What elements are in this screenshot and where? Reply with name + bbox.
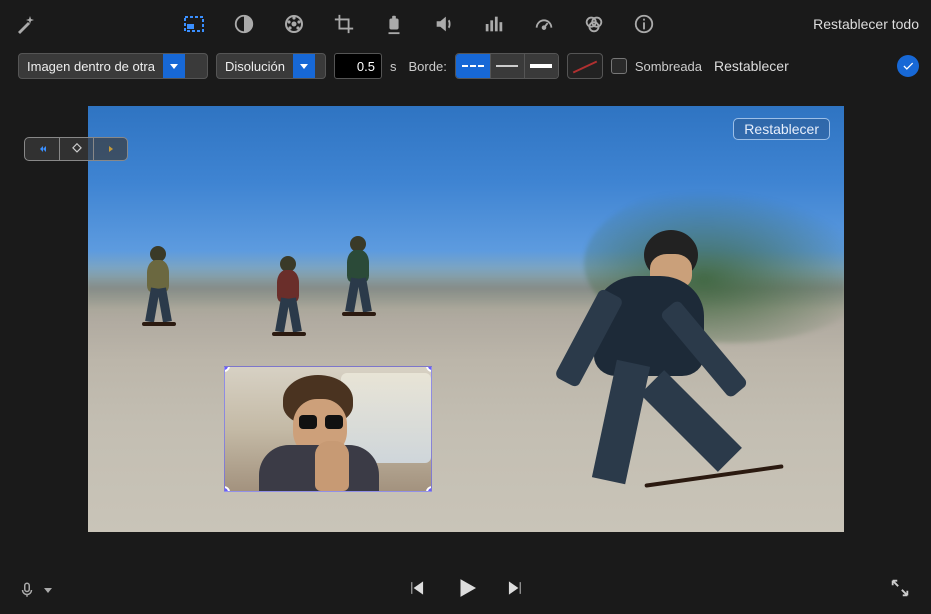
filters-icon[interactable] xyxy=(582,12,606,36)
chevron-down-icon xyxy=(44,588,52,593)
fullscreen-button[interactable] xyxy=(889,577,911,604)
reset-all-button[interactable]: Restablecer todo xyxy=(813,16,919,32)
border-color-chip[interactable] xyxy=(567,53,603,79)
border-thick-option[interactable] xyxy=(524,54,558,78)
color-correction-icon[interactable] xyxy=(282,12,306,36)
overlay-tab-icon[interactable] xyxy=(182,12,206,36)
color-balance-icon[interactable] xyxy=(232,12,256,36)
magic-wand-icon[interactable] xyxy=(14,12,38,36)
pip-handle-top-left[interactable] xyxy=(224,366,230,372)
shadow-checkbox[interactable] xyxy=(611,58,627,74)
chevron-down-icon xyxy=(293,54,315,78)
playback-bar xyxy=(0,566,931,614)
border-style-segment xyxy=(455,53,559,79)
transition-duration-input[interactable] xyxy=(334,53,382,79)
main-video-frame xyxy=(88,106,844,532)
pip-handle-bottom-right[interactable] xyxy=(426,486,432,492)
controls-reset-button[interactable]: Restablecer xyxy=(710,58,793,74)
pip-handle-bottom-left[interactable] xyxy=(224,486,230,492)
viewer-next-button[interactable] xyxy=(93,138,127,160)
viewer-prev-button[interactable] xyxy=(25,138,59,160)
stabilize-icon[interactable] xyxy=(382,12,406,36)
voiceover-button[interactable] xyxy=(18,579,52,601)
border-none-option[interactable] xyxy=(456,54,490,78)
border-thin-option[interactable] xyxy=(490,54,524,78)
preview-viewer: Restablecer xyxy=(88,106,844,532)
overlay-mode-dropdown[interactable]: Imagen dentro de otra xyxy=(18,53,208,79)
next-frame-button[interactable] xyxy=(506,578,526,603)
viewer-reset-button[interactable]: Restablecer xyxy=(733,118,830,140)
duration-unit: s xyxy=(390,59,397,74)
pip-handle-top-right[interactable] xyxy=(426,366,432,372)
equalizer-icon[interactable] xyxy=(482,12,506,36)
transition-dropdown[interactable]: Disolución xyxy=(216,53,326,79)
info-icon[interactable] xyxy=(632,12,656,36)
inspector-icon-toolbar: Restablecer todo xyxy=(0,0,931,48)
border-label: Borde: xyxy=(409,59,447,74)
apply-button[interactable] xyxy=(897,55,919,77)
pip-overlay[interactable] xyxy=(224,366,432,492)
viewer-nav-segment xyxy=(24,137,128,161)
play-button[interactable] xyxy=(454,576,478,605)
overlay-controls-bar: Imagen dentro de otra Disolución s Borde… xyxy=(0,48,931,84)
speed-icon[interactable] xyxy=(532,12,556,36)
crop-icon[interactable] xyxy=(332,12,356,36)
overlay-mode-label: Imagen dentro de otra xyxy=(19,59,163,74)
volume-icon[interactable] xyxy=(432,12,456,36)
prev-frame-button[interactable] xyxy=(406,578,426,603)
transition-label: Disolución xyxy=(217,59,293,74)
chevron-down-icon xyxy=(163,54,185,78)
shadow-label: Sombreada xyxy=(635,59,702,74)
viewer-center-button[interactable] xyxy=(59,138,93,160)
